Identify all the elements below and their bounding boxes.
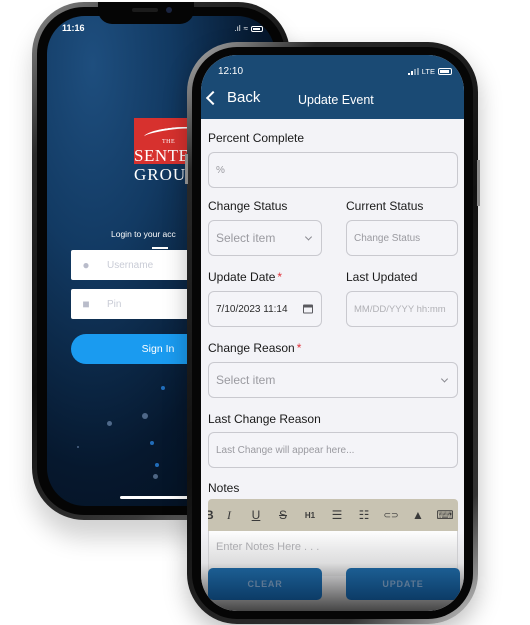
current-status-label: Current Status [346, 199, 424, 213]
decorative-dot [77, 446, 79, 448]
back-button[interactable]: Back [204, 89, 260, 106]
last-change-reason-input[interactable]: Last Change will appear here... [208, 432, 458, 468]
status-icons: LTE [407, 67, 452, 76]
page-title: Update Event [298, 93, 374, 107]
decorative-dot [150, 441, 154, 445]
decorative-dot [107, 421, 112, 426]
clear-button[interactable]: CLEAR [208, 568, 322, 600]
update-event-form: Percent Complete % Change Status Select … [201, 119, 464, 611]
percent-complete-input[interactable]: % [208, 152, 458, 188]
update-event-phone: 12:10 LTE Back Update Event Percent Comp… [185, 42, 480, 624]
notes-label: Notes [208, 481, 240, 495]
heading1-icon[interactable]: H1 [299, 511, 321, 520]
status-time: 12:10 [218, 66, 244, 77]
change-reason-label: Change Reason * [208, 341, 302, 355]
change-reason-select[interactable]: Select item [208, 362, 458, 398]
battery-icon [438, 68, 452, 75]
battery-icon [251, 25, 263, 32]
update-button[interactable]: UPDATE [346, 568, 460, 600]
update-event-screen: 12:10 LTE Back Update Event Percent Comp… [201, 55, 464, 611]
bold-icon[interactable]: B [208, 508, 214, 522]
italic-icon[interactable]: I [218, 508, 240, 523]
calendar-icon[interactable] [303, 304, 313, 314]
wifi-icon: ≈ [243, 24, 248, 33]
decorative-dot [161, 386, 165, 390]
app-header: 12:10 LTE Back Update Event [201, 55, 464, 119]
bullet-list-icon[interactable]: ☰ [326, 508, 348, 522]
signal-icon [407, 68, 419, 75]
chevron-down-icon [440, 375, 449, 383]
home-indicator [120, 496, 190, 499]
keyboard-icon[interactable]: ⌨ [434, 508, 456, 522]
numbered-list-icon[interactable]: ☷ [353, 508, 375, 522]
percent-complete-label: Percent Complete [208, 131, 305, 145]
required-mark: * [296, 341, 302, 355]
change-status-select[interactable]: Select item [208, 220, 322, 256]
status-icons: .ıl ≈ [234, 24, 263, 33]
current-status-input[interactable]: Change Status [346, 220, 458, 256]
divider [152, 247, 168, 249]
last-updated-input[interactable]: MM/DD/YYYY hh:mm [346, 291, 458, 327]
app-showcase: 11:16 .ıl ≈ THE SENTE GROUP Login to you… [0, 0, 530, 625]
change-status-label: Change Status [208, 199, 288, 213]
login-caption: Login to your acc [111, 229, 176, 239]
notch [98, 2, 194, 24]
image-icon[interactable]: ▲ [407, 508, 429, 522]
last-change-reason-label: Last Change Reason [208, 412, 321, 426]
chevron-left-icon [205, 90, 221, 105]
decorative-dot [142, 413, 148, 419]
user-icon: ● [82, 258, 90, 272]
decorative-dot [153, 474, 158, 479]
underline-icon[interactable]: U [245, 508, 267, 522]
signal-icon: .ıl [234, 24, 241, 33]
strikethrough-icon[interactable]: S [272, 508, 294, 522]
required-mark: * [277, 270, 283, 284]
last-updated-label: Last Updated [346, 270, 418, 284]
decorative-dot [155, 463, 159, 467]
chevron-down-icon [304, 233, 313, 241]
update-date-input[interactable]: 7/10/2023 11:14 [208, 291, 322, 327]
link-icon[interactable]: ⊂⊃ [380, 510, 402, 521]
update-date-label: Update Date * [208, 270, 283, 284]
network-label: LTE [421, 67, 435, 76]
status-time: 11:16 [62, 23, 85, 33]
notes-toolbar: B I U S H1 ☰ ☷ ⊂⊃ ▲ ⌨ [208, 499, 458, 531]
lock-icon: ■ [82, 297, 90, 311]
camera-icon [166, 7, 172, 13]
